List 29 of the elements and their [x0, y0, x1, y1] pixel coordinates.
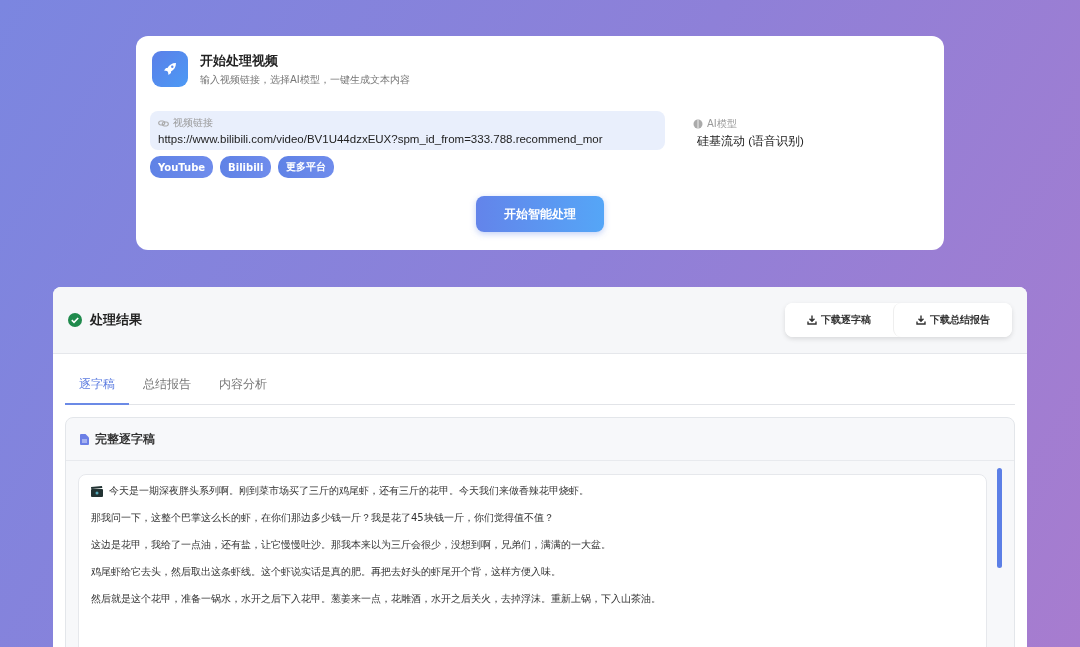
check-circle-icon: [68, 313, 82, 327]
platform-chip[interactable]: Bilibili: [220, 156, 272, 178]
tab[interactable]: 总结报告: [129, 370, 205, 405]
card-title: 开始处理视频: [200, 51, 279, 70]
transcript-title: 完整逐字稿: [95, 431, 155, 447]
download-icon: [916, 315, 926, 325]
rocket-icon: [152, 51, 188, 87]
tab[interactable]: 内容分析: [205, 370, 281, 405]
download-button[interactable]: 下载总结报告: [893, 303, 1012, 337]
field-label: 视频链接: [173, 116, 213, 130]
document-icon: [80, 433, 89, 445]
scrollbar[interactable]: [997, 468, 1002, 568]
transcript-paragraph: 今天是一期深夜胖头系列啊。刚到菜市场买了三斤的鸡尾虾，还有三斤的花甲。今天我们来做香辣花甲烧虾。: [109, 485, 589, 497]
platform-chip[interactable]: 更多平台: [278, 156, 335, 178]
tab[interactable]: 逐字稿: [65, 370, 129, 405]
transcript-paragraph: 这边是花甲，我给了一点油，还有盐，让它慢慢吐沙。那我本来以为三斤会很少，没想到啊，兄弟们，满满的一大盆。: [91, 539, 611, 551]
link-icon: [158, 118, 169, 128]
url-field[interactable]: 视频链接 https://www.bilibili.com/video/BV1U44dzxEUX?spm_id_from=333.788.recommend_mor: [150, 111, 665, 150]
transcript-paragraph: 鸡尾虾给它去头，然后取出这条虾线。这个虾说实话是真的肥。再把去好头的虾尾开个背，这样方便入味。: [91, 566, 561, 578]
field-label: AI模型: [707, 117, 737, 131]
start-button[interactable]: 开始智能处理: [476, 196, 604, 232]
transcript-paragraph: 然后就是这个花甲，准备一锅水，水开之后下入花甲。葱姜来一点，花雕酒，水开之后关火，去掉浮沫。重新上锅，下入山茶油。: [91, 593, 661, 605]
results-title: 处理结果: [90, 311, 142, 329]
download-icon: [807, 315, 817, 325]
clapper-icon: [91, 485, 103, 497]
card-subtitle: 输入视频链接，选择AI模型，一键生成文本内容: [200, 72, 410, 87]
model-value[interactable]: 硅基流动 (语音识别): [697, 134, 804, 149]
transcript-paragraph: 那我问一下，这整个巴掌这么长的虾，在你们那边多少钱一斤？我是花了45块钱一斤，你们觉得值不值？: [91, 512, 554, 524]
platform-chip[interactable]: YouTube: [150, 156, 214, 178]
